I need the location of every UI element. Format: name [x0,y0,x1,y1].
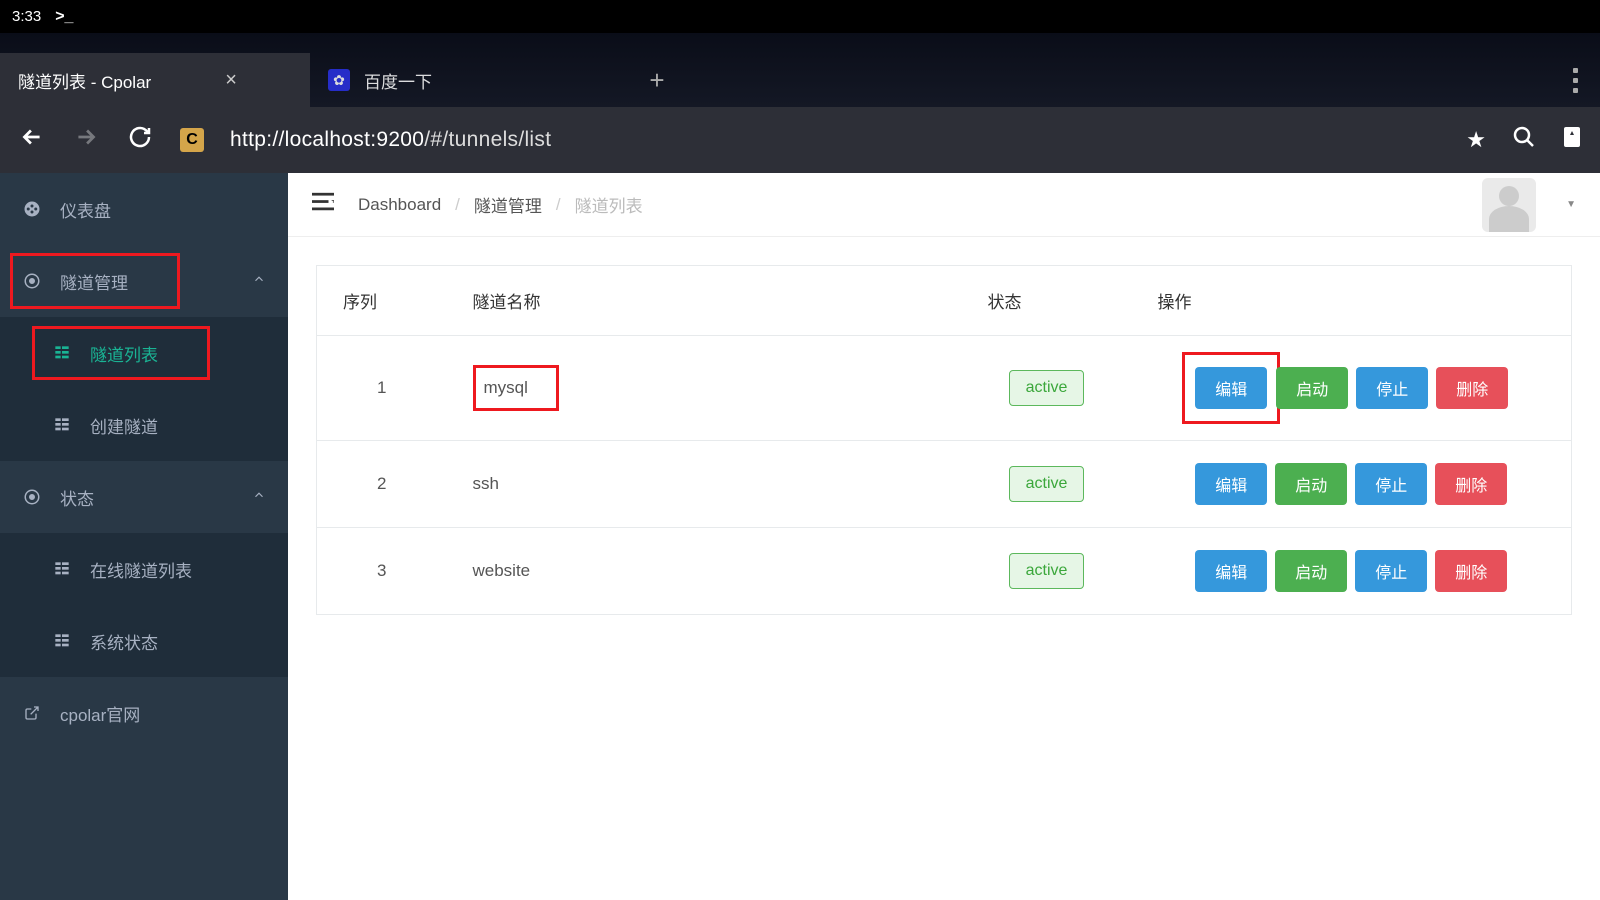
bookmark-star-icon[interactable]: ★ [1466,127,1486,153]
grid-icon [52,561,72,577]
cell-name: ssh [447,441,962,528]
breadcrumb-current: 隧道列表 [575,192,643,217]
table-header-row: 序列 隧道名称 状态 操作 [317,266,1572,336]
start-button[interactable]: 启动 [1276,367,1348,409]
stop-button[interactable]: 停止 [1356,367,1428,409]
sidebar-item-label: 系统状态 [90,629,158,654]
tab-title: 隧道列表 - Cpolar [18,68,151,93]
sidebar-item-online-tunnels[interactable]: 在线隧道列表 [0,533,288,605]
chevron-up-icon [252,488,266,507]
reload-button[interactable] [126,125,154,156]
sidebar-toggle-icon[interactable] [312,192,334,218]
delete-button[interactable]: 删除 [1436,367,1508,409]
browser-tab-active[interactable]: 隧道列表 - Cpolar × [0,53,310,107]
col-status: 状态 [962,266,1132,336]
col-name: 隧道名称 [447,266,962,336]
android-status-bar: 3:33 >_ [0,0,1600,33]
main-content: Dashboard / 隧道管理 / 隧道列表 ▼ 序列 隧道名称 状态 操作 [288,173,1600,900]
back-button[interactable] [18,124,46,157]
status-badge: active [1009,466,1085,502]
sidebar-item-tunnel-list[interactable]: 隧道列表 [0,317,288,389]
url-path: /#/tunnels/list [424,128,551,151]
site-favicon-icon: C [180,128,204,152]
target-icon [22,488,42,506]
tab-title: 百度一下 [364,68,432,93]
browser-menu-button[interactable] [1551,53,1600,107]
status-badge: active [1009,370,1085,406]
address-bar[interactable]: http://localhost:9200/#/tunnels/list [230,128,1440,152]
cell-action: 编辑启动停止删除 [1132,441,1572,528]
cell-seq: 1 [317,336,447,441]
cell-status: active [962,441,1132,528]
topbar: Dashboard / 隧道管理 / 隧道列表 ▼ [288,173,1600,237]
cell-status: active [962,528,1132,615]
external-link-icon [22,705,42,721]
cell-action: 编辑启动停止删除 [1132,336,1572,441]
stop-button[interactable]: 停止 [1355,463,1427,505]
sidebar-item-create-tunnel[interactable]: 创建隧道 [0,389,288,461]
chevron-down-icon[interactable]: ▼ [1566,199,1576,210]
avatar[interactable] [1482,178,1536,232]
browser-toolbar: C http://localhost:9200/#/tunnels/list ★ [0,107,1600,173]
sidebar-item-tunnel-mgmt[interactable]: 隧道管理 [0,245,288,317]
cell-seq: 2 [317,441,447,528]
breadcrumb-sep: / [556,195,561,215]
sidebar-item-label: 创建隧道 [90,413,158,438]
delete-button[interactable]: 删除 [1435,463,1507,505]
sidebar-item-label: 在线隧道列表 [90,557,192,582]
edit-button[interactable]: 编辑 [1195,367,1267,409]
col-action: 操作 [1132,266,1572,336]
stop-button[interactable]: 停止 [1355,550,1427,592]
breadcrumb: Dashboard / 隧道管理 / 隧道列表 [358,192,643,217]
baidu-favicon-icon: ✿ [328,69,350,91]
search-icon[interactable] [1512,125,1536,155]
cell-action: 编辑启动停止删除 [1132,528,1572,615]
grid-icon [52,417,72,433]
table-row: 3website active 编辑启动停止删除 [317,528,1572,615]
sidebar: 仪表盘 隧道管理 隧道列表 [0,173,288,900]
close-icon[interactable]: × [225,69,237,92]
clock: 3:33 [12,8,41,25]
terminal-icon: >_ [55,8,73,26]
forward-button[interactable] [72,124,100,157]
bookmarks-icon[interactable] [1562,125,1582,155]
sidebar-item-label: 隧道列表 [90,341,158,366]
target-icon [22,272,42,290]
start-button[interactable]: 启动 [1275,463,1347,505]
cell-name: website [447,528,962,615]
delete-button[interactable]: 删除 [1435,550,1507,592]
sidebar-item-label: cpolar官网 [60,701,140,726]
edit-button[interactable]: 编辑 [1195,463,1267,505]
new-tab-button[interactable]: + [630,53,684,107]
tunnels-table: 序列 隧道名称 状态 操作 1mysqlactive编辑启动停止删除2sshac… [316,265,1572,615]
status-badge: active [1009,553,1085,589]
sidebar-item-label: 隧道管理 [60,269,128,294]
sidebar-item-label: 仪表盘 [60,197,111,222]
cell-name: mysql [447,336,962,441]
table-row: 2ssh active 编辑启动停止删除 [317,441,1572,528]
browser-tab-inactive[interactable]: ✿ 百度一下 [310,53,630,107]
sidebar-item-dashboard[interactable]: 仪表盘 [0,173,288,245]
breadcrumb-item[interactable]: 隧道管理 [474,192,542,217]
sidebar-item-system-status[interactable]: 系统状态 [0,605,288,677]
breadcrumb-item[interactable]: Dashboard [358,195,441,215]
url-host: http://localhost:9200 [230,128,424,151]
edit-button[interactable]: 编辑 [1195,550,1267,592]
sidebar-item-status[interactable]: 状态 [0,461,288,533]
grid-icon [52,633,72,649]
chevron-up-icon [252,272,266,291]
sidebar-item-label: 状态 [60,485,94,510]
dashboard-icon [22,200,42,218]
breadcrumb-sep: / [455,195,460,215]
table-row: 1mysql active 编辑启动停止删除 [317,336,1572,441]
browser-tab-strip: 隧道列表 - Cpolar × ✿ 百度一下 + [0,33,1600,107]
cell-status: active [962,336,1132,441]
col-seq: 序列 [317,266,447,336]
sidebar-item-cpolar-site[interactable]: cpolar官网 [0,677,288,749]
grid-icon [52,345,72,361]
cell-seq: 3 [317,528,447,615]
start-button[interactable]: 启动 [1275,550,1347,592]
